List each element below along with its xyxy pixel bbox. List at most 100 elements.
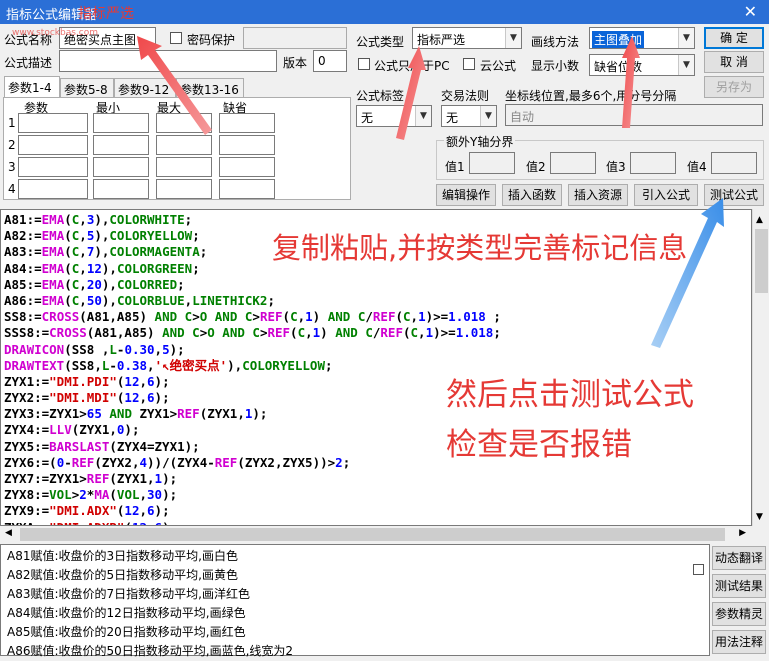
version-label: 版本 [283,56,308,70]
description-panel: A81赋值:收盘价的3日指数移动平均,画白色 A82赋值:收盘价的5日指数移动平均… [0,544,710,658]
scroll-thumb[interactable] [755,229,768,293]
test-formula-button[interactable]: 测试公式 [704,184,764,206]
formula-tag-select[interactable]: 无 ▼ [356,105,432,127]
decimals-label: 显示小数 [531,59,580,73]
code-vertical-scrollbar[interactable]: ▲ ▼ [752,209,769,526]
param-min-input[interactable] [93,135,149,155]
param-name-input[interactable] [18,135,88,155]
description-line: A85赋值:收盘价的20日指数移动平均,画红色 [7,625,246,639]
param-row-index: 3 [8,160,16,174]
insert-func-button[interactable]: 插入函数 [502,184,562,206]
only-pc-checkbox[interactable] [358,58,370,70]
code-line: ZYX6:=(0-REF(ZYX2,4))/(ZYX4-REF(ZYX2,ZYX… [4,454,351,470]
param-name-input[interactable] [18,157,88,177]
param-max-input[interactable] [156,113,212,133]
param-max-input[interactable] [156,179,212,199]
password-input[interactable] [243,27,347,49]
description-line: A82赋值:收盘价的5日指数移动平均,画黄色 [7,568,238,582]
description-line: A83赋值:收盘价的7日指数移动平均,画洋红色 [7,587,250,601]
param-min-input[interactable] [93,113,149,133]
code-line: A85:=EMA(C,20),COLORRED; [4,276,185,292]
param-max-input[interactable] [156,135,212,155]
cloud-checkbox[interactable] [463,58,475,70]
password-label: 密码保护 [187,33,236,47]
import-formula-button[interactable]: 引入公式 [634,184,698,206]
formula-type-label: 公式类型 [356,35,405,49]
code-line: A86:=EMA(C,50),COLORBLUE,LINETHICK2; [4,292,275,308]
param-name-input[interactable] [18,113,88,133]
code-line: ZYX9:="DMI.ADX"(12,6); [4,503,170,519]
code-line: SSS8:=CROSS(A81,A85) AND C>O AND C>REF(C… [4,325,501,341]
annotation-copy: 复制粘贴,并按类型完善标记信息 [272,231,688,265]
trade-rule-label: 交易法则 [441,89,490,103]
version-value: 0 [318,54,326,68]
params-panel: 参数 最小 最大 缺省 1 2 3 4 [3,97,351,200]
code-line: ZYX5:=BARSLAST(ZYX4=ZYX1); [4,438,200,454]
code-line: SS8:=CROSS(A81,A85) AND C>O AND C>REF(C,… [4,309,501,325]
formula-tag-label: 公式标签 [356,89,405,103]
axis-value-3-label: 值3 [606,160,626,174]
param-wizard-button[interactable]: 参数精灵 [712,602,766,626]
draw-method-select[interactable]: 主图叠加 ▼ [589,27,695,49]
trade-rule-select[interactable]: 无 ▼ [441,105,497,127]
chevron-down-icon: ▼ [415,106,431,126]
insert-res-button[interactable]: 插入资源 [568,184,628,206]
test-result-button[interactable]: 测试结果 [712,574,766,598]
edit-ops-button[interactable]: 编辑操作 [436,184,496,206]
axis-position-label: 坐标线位置,最多6个,用分号分隔 [505,89,677,103]
decimals-select[interactable]: 缺省位数 ▼ [589,54,695,76]
scroll-left-icon[interactable]: ◀ [5,528,12,538]
draw-method-label: 画线方法 [531,35,580,49]
dynamic-translate-button[interactable]: 动态翻译 [712,546,766,570]
chevron-down-icon: ▼ [480,106,496,126]
param-row-index: 1 [8,116,16,130]
password-checkbox[interactable] [170,32,182,44]
formula-type-select[interactable]: 指标严选 ▼ [412,27,522,49]
tab-params-5-8[interactable]: 参数5-8 [60,78,114,98]
param-max-input[interactable] [156,157,212,177]
formula-tag-value: 无 [361,111,374,125]
param-name-input[interactable] [18,179,88,199]
scroll-down-icon[interactable]: ▼ [756,512,763,522]
axis-value-1-input[interactable] [469,152,515,174]
scroll-up-icon[interactable]: ▲ [756,215,763,225]
param-min-input[interactable] [93,179,149,199]
chevron-down-icon: ▼ [505,28,521,48]
axis-value-2-label: 值2 [526,160,546,174]
axis-value-4-input[interactable] [711,152,757,174]
param-min-input[interactable] [93,157,149,177]
code-line: ZYX8:=VOL>2*MA(VOL,30); [4,487,178,503]
overlay-title: 指标严选 [78,6,134,22]
axis-value-3-input[interactable] [630,152,676,174]
version-input[interactable]: 0 [313,50,347,72]
param-default-input[interactable] [219,157,275,177]
usage-notes-button[interactable]: 用法注释 [712,630,766,654]
scroll-thumb[interactable] [20,528,725,541]
scroll-right-icon[interactable]: ▶ [739,528,746,538]
tab-params-9-12[interactable]: 参数9-12 [114,78,176,98]
tab-params-13-16[interactable]: 参数13-16 [176,78,244,98]
name-watermark: www.stockbas.com [12,28,99,38]
axis-position-input[interactable]: 自动 [505,104,763,126]
saveas-button[interactable]: 另存为 [704,76,764,98]
axis-position-value: 自动 [510,110,535,124]
desc-checkbox[interactable] [693,564,704,575]
formula-desc-input[interactable] [59,50,277,72]
description-line: A86赋值:收盘价的50日指数移动平均,画蓝色,线宽为2 [7,644,294,658]
ok-button[interactable]: 确 定 [704,27,764,49]
param-default-input[interactable] [219,113,275,133]
chevron-down-icon: ▼ [678,55,694,75]
param-default-input[interactable] [219,135,275,155]
tab-params-1-4[interactable]: 参数1-4 [4,76,60,98]
param-row-index: 2 [8,138,16,152]
axis-value-1-label: 值1 [445,160,465,174]
annotation-test-1: 然后点击测试公式 [446,377,694,413]
code-horizontal-scrollbar[interactable]: ◀ ▶ [0,526,752,543]
param-default-input[interactable] [219,179,275,199]
axis-value-2-input[interactable] [550,152,596,174]
code-line: ZYX4:=LLV(ZYX1,0); [4,422,140,438]
description-line: A84赋值:收盘价的12日指数移动平均,画绿色 [7,606,246,620]
code-line: DRAWICON(SS8 ,L-0.30,5); [4,341,185,357]
close-icon[interactable]: ✕ [744,2,757,21]
cancel-button[interactable]: 取 消 [704,51,764,73]
